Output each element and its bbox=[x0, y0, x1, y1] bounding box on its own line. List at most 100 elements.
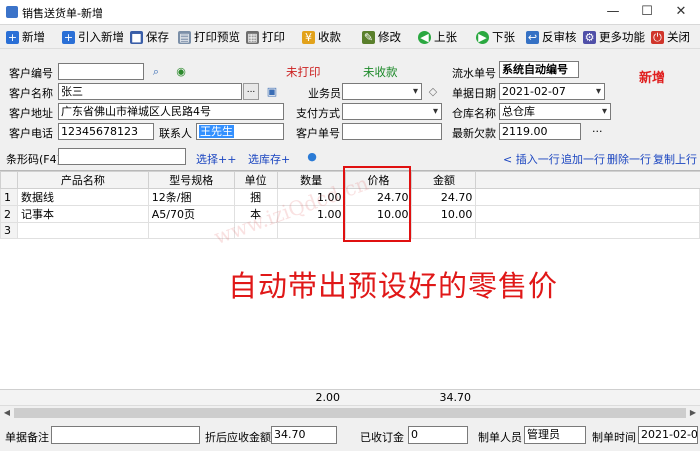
row-number-header bbox=[0, 171, 18, 189]
contact-value: 王先生 bbox=[199, 125, 234, 138]
print-preview-label: 打印预览 bbox=[194, 30, 240, 44]
unaudit-label: 反审核 bbox=[542, 30, 577, 44]
salesman-select[interactable] bbox=[342, 83, 422, 100]
new-label: 新增 bbox=[22, 30, 45, 44]
barcode-label: 条形码(F4) bbox=[6, 153, 61, 166]
unit-cell[interactable] bbox=[233, 222, 278, 239]
next-button[interactable]: ▶ 下张 bbox=[476, 28, 515, 46]
contact-input[interactable]: 王先生 bbox=[196, 123, 284, 140]
prev-button[interactable]: ◀ 上张 bbox=[418, 28, 457, 46]
total-amount: 34.70 bbox=[439, 391, 472, 404]
amount-cell[interactable]: 24.70 bbox=[411, 188, 477, 206]
header-form: 客户编号 ⌕ ◉ 未打印 未收款 流水单号 系统自动编号 新增 客户名称 张三 … bbox=[0, 50, 700, 145]
discounted-input[interactable]: 34.70 bbox=[271, 426, 337, 444]
customer-phone-input[interactable]: 12345678123 bbox=[58, 123, 154, 140]
barcode-row: 条形码(F4) 选择++ 选库存+ ● < 插入一行 追加一行 删除一行 复制上… bbox=[0, 145, 700, 167]
eraser-icon[interactable]: ◇ bbox=[426, 85, 440, 99]
customer-code-input[interactable] bbox=[58, 63, 144, 80]
column-header[interactable]: 单位 bbox=[233, 171, 278, 189]
globe-icon[interactable]: ● bbox=[305, 150, 319, 164]
scroll-left-icon[interactable]: ◀ bbox=[1, 406, 13, 420]
serial-input: 系统自动编号 bbox=[499, 61, 579, 78]
amount-cell[interactable]: 10.00 bbox=[411, 205, 477, 223]
column-header[interactable]: 数量 bbox=[276, 171, 346, 189]
barcode-input[interactable] bbox=[58, 148, 186, 165]
warehouse-label: 仓库名称 bbox=[452, 107, 496, 120]
insert-row-link[interactable]: < 插入一行 bbox=[503, 151, 560, 167]
gear-icon: ⚙ bbox=[583, 30, 596, 44]
delete-row-link[interactable]: 删除一行 bbox=[607, 151, 651, 167]
date-picker[interactable]: 2021-02-07 bbox=[499, 83, 605, 100]
save-icon: ■ bbox=[130, 30, 143, 44]
annotation-caption: 自动带出预设好的零售价 bbox=[228, 269, 559, 303]
search-icon[interactable]: ⌕ bbox=[149, 65, 163, 79]
maker-input: 管理员 bbox=[524, 426, 586, 444]
product-name-cell[interactable]: 数据线 bbox=[16, 188, 149, 206]
customer-order-input[interactable] bbox=[342, 123, 442, 140]
scrollbar-thumb[interactable] bbox=[14, 408, 686, 418]
column-header[interactable]: 产品名称 bbox=[16, 171, 149, 189]
customer-address-input[interactable]: 广东省佛山市禅城区人民路4号 bbox=[58, 103, 284, 120]
customer-order-label: 客户单号 bbox=[296, 127, 340, 140]
plus-icon: + bbox=[62, 30, 75, 44]
append-row-link[interactable]: 追加一行 bbox=[561, 151, 605, 167]
customer-phone-label: 客户电话 bbox=[9, 127, 53, 140]
spec-cell[interactable]: 12条/捆 bbox=[147, 188, 235, 206]
row-number: 1 bbox=[0, 188, 18, 206]
unaudit-button[interactable]: ↩ 反审核 bbox=[526, 28, 577, 46]
import-new-button[interactable]: + 引入新增 bbox=[62, 28, 124, 46]
quantity-cell[interactable]: 1.00 bbox=[276, 205, 346, 223]
next-label: 下张 bbox=[492, 30, 515, 44]
time-input: 2021-02-07 bbox=[638, 426, 698, 444]
customer-card-icon[interactable]: ▣ bbox=[265, 85, 279, 99]
select-plus-link[interactable]: 选择++ bbox=[196, 151, 236, 167]
minimize-button[interactable]: — bbox=[596, 0, 630, 24]
filler-cell bbox=[475, 205, 700, 223]
quantity-cell[interactable]: 1.00 bbox=[276, 188, 346, 206]
print-preview-button[interactable]: ▤ 打印预览 bbox=[178, 28, 240, 46]
amount-cell[interactable] bbox=[411, 222, 477, 239]
product-name-cell[interactable]: 记事本 bbox=[16, 205, 149, 223]
spec-cell[interactable] bbox=[147, 222, 235, 239]
remark-input[interactable] bbox=[51, 426, 200, 444]
close-button[interactable]: ⏻ 关闭 bbox=[651, 28, 690, 46]
column-header[interactable]: 金额 bbox=[411, 171, 477, 189]
customer-name-input[interactable]: 张三 bbox=[58, 83, 242, 100]
refresh-icon[interactable]: ◉ bbox=[174, 65, 188, 79]
new-button[interactable]: + 新增 bbox=[6, 28, 45, 46]
close-icon: ⏻ bbox=[651, 30, 664, 44]
row-number: 3 bbox=[0, 222, 18, 239]
save-button[interactable]: ■ 保存 bbox=[130, 28, 169, 46]
copy-row-link[interactable]: 复制上行 bbox=[653, 151, 697, 167]
warehouse-select[interactable]: 总仓库 bbox=[499, 103, 611, 120]
customer-picker-button[interactable]: ... bbox=[243, 83, 259, 100]
scroll-right-icon[interactable]: ▶ bbox=[687, 406, 699, 420]
product-name-cell[interactable] bbox=[16, 222, 149, 239]
more-button[interactable]: ⚙ 更多功能 bbox=[583, 28, 645, 46]
horizontal-scrollbar[interactable]: ◀ ▶ bbox=[0, 405, 700, 419]
close-window-button[interactable]: ✕ bbox=[664, 0, 698, 24]
total-quantity: 2.00 bbox=[315, 391, 341, 404]
payment-status: 未收款 bbox=[363, 65, 398, 79]
coins-icon: ¥ bbox=[302, 30, 315, 44]
column-header-filler bbox=[475, 171, 700, 189]
maximize-button[interactable]: ☐ bbox=[630, 0, 664, 24]
date-label: 单据日期 bbox=[452, 87, 496, 100]
arrow-left-icon: ◀ bbox=[418, 30, 431, 44]
customer-name-label: 客户名称 bbox=[9, 87, 53, 100]
print-button[interactable]: ▦ 打印 bbox=[246, 28, 285, 46]
quantity-cell[interactable] bbox=[276, 222, 346, 239]
tools-icon: ✎ bbox=[362, 30, 375, 44]
unit-cell[interactable]: 本 bbox=[233, 205, 278, 223]
received-input[interactable]: 0 bbox=[408, 426, 468, 444]
receive-button[interactable]: ¥ 收款 bbox=[302, 28, 341, 46]
spec-cell[interactable]: A5/70页 bbox=[147, 205, 235, 223]
arrears-more-button[interactable]: ... bbox=[592, 122, 603, 135]
modify-button[interactable]: ✎ 修改 bbox=[362, 28, 401, 46]
payment-method-select[interactable] bbox=[342, 103, 442, 120]
column-header[interactable]: 型号规格 bbox=[147, 171, 235, 189]
stock-select-link[interactable]: 选库存+ bbox=[248, 151, 290, 167]
unit-cell[interactable]: 捆 bbox=[233, 188, 278, 206]
modify-label: 修改 bbox=[378, 30, 401, 44]
customer-address-label: 客户地址 bbox=[9, 107, 53, 120]
